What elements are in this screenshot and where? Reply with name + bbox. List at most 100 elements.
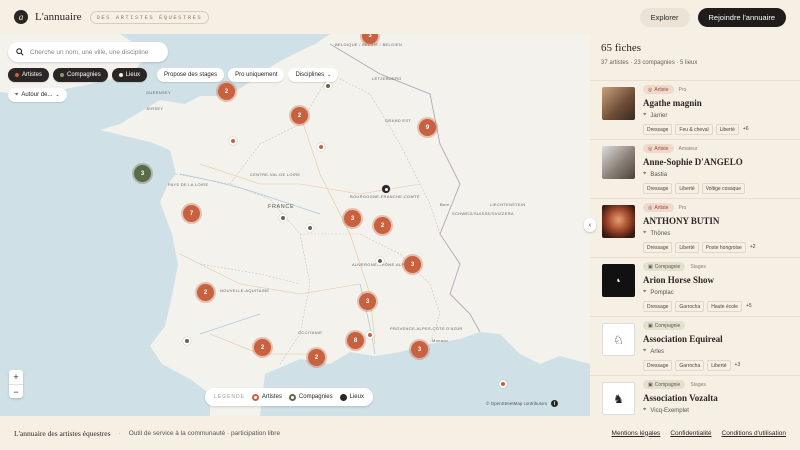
search-box[interactable] [8, 42, 168, 62]
level-label: Pro [678, 86, 687, 93]
map-cluster[interactable]: 3 [359, 293, 376, 310]
results-list: ◎ Artiste Pro Agathe magnin ⌖ Jarrier Dress… [590, 80, 800, 416]
map-cluster[interactable]: 2 [308, 349, 325, 366]
result-card[interactable]: ◎ Artiste Pro ANTHONY BUTIN ⌖ Thônes Dressa… [590, 198, 800, 257]
map-cluster[interactable]: 2 [291, 107, 308, 124]
filter-bar: Artistes Compagnies Lieux Propose des st… [8, 68, 339, 82]
result-location: ⌖ Thônes [643, 230, 671, 237]
zoom-in-button[interactable]: + [9, 370, 23, 384]
map-area[interactable]: BELGIQUE / BELGIË / BELGIEN LËTZEBUERG G… [0, 34, 590, 416]
filter-lieux[interactable]: Lieux [111, 68, 148, 82]
results-summary: 37 artistes · 23 compagnies · 5 lieux [601, 60, 698, 66]
stages-label: Stages [690, 263, 706, 270]
map-pin-compagnie[interactable] [376, 257, 384, 265]
map-pin-artiste[interactable] [366, 331, 374, 339]
map-cluster[interactable]: 3 [411, 341, 428, 358]
map-cluster[interactable]: 2 [218, 83, 235, 100]
compagnie-legend-icon [288, 393, 296, 401]
discipline-tags: Dressage Garrocha Liberté +3 [643, 360, 800, 371]
zoom-control: + − [9, 370, 23, 398]
footer-tagline: Outil de service à la communauté · parti… [128, 429, 281, 437]
map-pin-compagnie[interactable] [183, 337, 191, 345]
around-dropdown[interactable]: ⌖ Autour de... ⌄ [8, 88, 67, 102]
result-name[interactable]: Anne-Sophie D'ANGELO [643, 157, 800, 167]
location-pin-icon: ⌖ [643, 289, 647, 295]
map-pin-artiste[interactable] [317, 143, 325, 151]
type-badge: ▣ Compagnie [643, 380, 686, 389]
horse-logo-icon: ♞ [616, 278, 621, 284]
join-button[interactable]: Rejoindre l'annuaire [697, 7, 786, 27]
result-card[interactable]: ◎ Artiste Pro Agathe magnin ⌖ Jarrier Dress… [590, 80, 800, 139]
type-badge: ▣ Compagnie [643, 262, 686, 271]
map-cluster[interactable]: 3 [404, 256, 421, 273]
result-name[interactable]: Agathe magnin [643, 98, 800, 108]
collapse-panel-button[interactable]: ‹ [584, 218, 596, 232]
zoom-out-button[interactable]: − [9, 384, 23, 398]
result-card[interactable]: ♞ ▣ Compagnie Stages Association Vozalta ⌖… [590, 375, 800, 416]
search-input[interactable] [30, 48, 160, 56]
result-location: ⌖ Arles [643, 348, 665, 355]
info-icon[interactable]: i [551, 400, 559, 407]
explore-button[interactable]: Explorer [639, 7, 690, 27]
result-card[interactable]: ♞ ▣ Compagnie Stages Arion Horse Show ⌖ Pom… [590, 257, 800, 316]
type-badge: ◎ Artiste [643, 144, 674, 153]
map-label-bourgogne: BOURGOGNE-FRANCHE-COMTÉ [350, 194, 420, 199]
map-cluster[interactable]: 8 [347, 332, 364, 349]
map-label-monaco: Monaco [432, 338, 449, 343]
map-cluster[interactable]: 7 [183, 205, 200, 222]
result-name[interactable]: Arion Horse Show [643, 275, 800, 285]
result-photo [602, 146, 635, 179]
map-pin-lieu[interactable] [382, 185, 390, 193]
brand-name[interactable]: L'annuaire [35, 11, 82, 23]
map-label-luxembourg: LËTZEBUERG [372, 76, 402, 81]
logo-icon[interactable]: a [14, 10, 28, 24]
map-label-pays-loire: PAYS DE LA LOIRE [168, 182, 209, 187]
result-location: ⌖ Vicq-Exemplet [643, 407, 689, 414]
map-cluster[interactable]: 3 [134, 165, 151, 182]
filter-pro[interactable]: Pro uniquement [228, 68, 285, 82]
filter-compagnies[interactable]: Compagnies [53, 68, 108, 82]
attribution-link[interactable]: © OpenStreetMap contributors [486, 401, 547, 406]
privacy-link[interactable]: Confidentialité [670, 430, 711, 437]
map-cluster[interactable]: 3 [344, 210, 361, 227]
filter-stages[interactable]: Propose des stages [157, 68, 225, 82]
location-pin-icon: ⌖ [643, 112, 647, 118]
map-cluster[interactable]: 2 [197, 284, 214, 301]
map-label-centre: CENTRE-VAL DE LOIRE [250, 172, 301, 177]
filter-artistes[interactable]: Artistes [8, 68, 50, 82]
footer-separator: · [118, 429, 121, 437]
group-icon: ▣ [648, 322, 653, 329]
discipline-tags: Dressage Garrocha Haute école +5 [643, 301, 800, 312]
result-name[interactable]: Association Equireal [643, 334, 800, 344]
map-pin-compagnie[interactable] [306, 224, 314, 232]
map-cluster[interactable]: 2 [254, 339, 271, 356]
stages-label: Stages [690, 381, 706, 388]
map-pin-artiste[interactable] [229, 137, 237, 145]
result-name[interactable]: Association Vozalta [643, 393, 800, 403]
legend-compagnies: Compagnies [288, 393, 333, 401]
footer-brand: L'annuaire des artistes équestres [14, 428, 111, 438]
result-card[interactable]: ♘ ▣ Compagnie Association Equireal ⌖ Arles… [590, 316, 800, 375]
location-pin-icon: ⌖ [15, 91, 19, 98]
lieu-dot-icon [118, 73, 123, 77]
result-card[interactable]: ◎ Artiste Amateur Anne-Sophie D'ANGELO ⌖ Ba… [590, 139, 800, 198]
map-pin-compagnie[interactable] [279, 214, 287, 222]
map-pin-compagnie[interactable] [324, 82, 332, 90]
results-title: 65 fiches [601, 42, 642, 54]
legal-link[interactable]: Mentions légales [612, 430, 661, 437]
map-pin-artiste[interactable] [499, 380, 507, 388]
map-cluster[interactable]: 9 [419, 119, 436, 136]
result-name[interactable]: ANTHONY BUTIN [643, 216, 800, 226]
group-icon: ▣ [648, 263, 653, 270]
result-logo: ♞ [602, 264, 635, 297]
footer: L'annuaire des artistes équestres · Outi… [0, 416, 800, 450]
artiste-legend-icon [251, 393, 259, 401]
legend-artistes: Artistes [251, 393, 282, 401]
map-cluster[interactable]: 2 [374, 217, 391, 234]
terms-link[interactable]: Conditions d'utilisation [722, 430, 786, 437]
result-location: ⌖ Jarrier [643, 112, 668, 119]
filter-disciplines[interactable]: Disciplines ⌄ [288, 68, 339, 82]
horse-logo-icon: ♞ [613, 391, 624, 406]
chevron-down-icon: ⌄ [327, 72, 332, 78]
user-icon: ◎ [648, 86, 653, 93]
